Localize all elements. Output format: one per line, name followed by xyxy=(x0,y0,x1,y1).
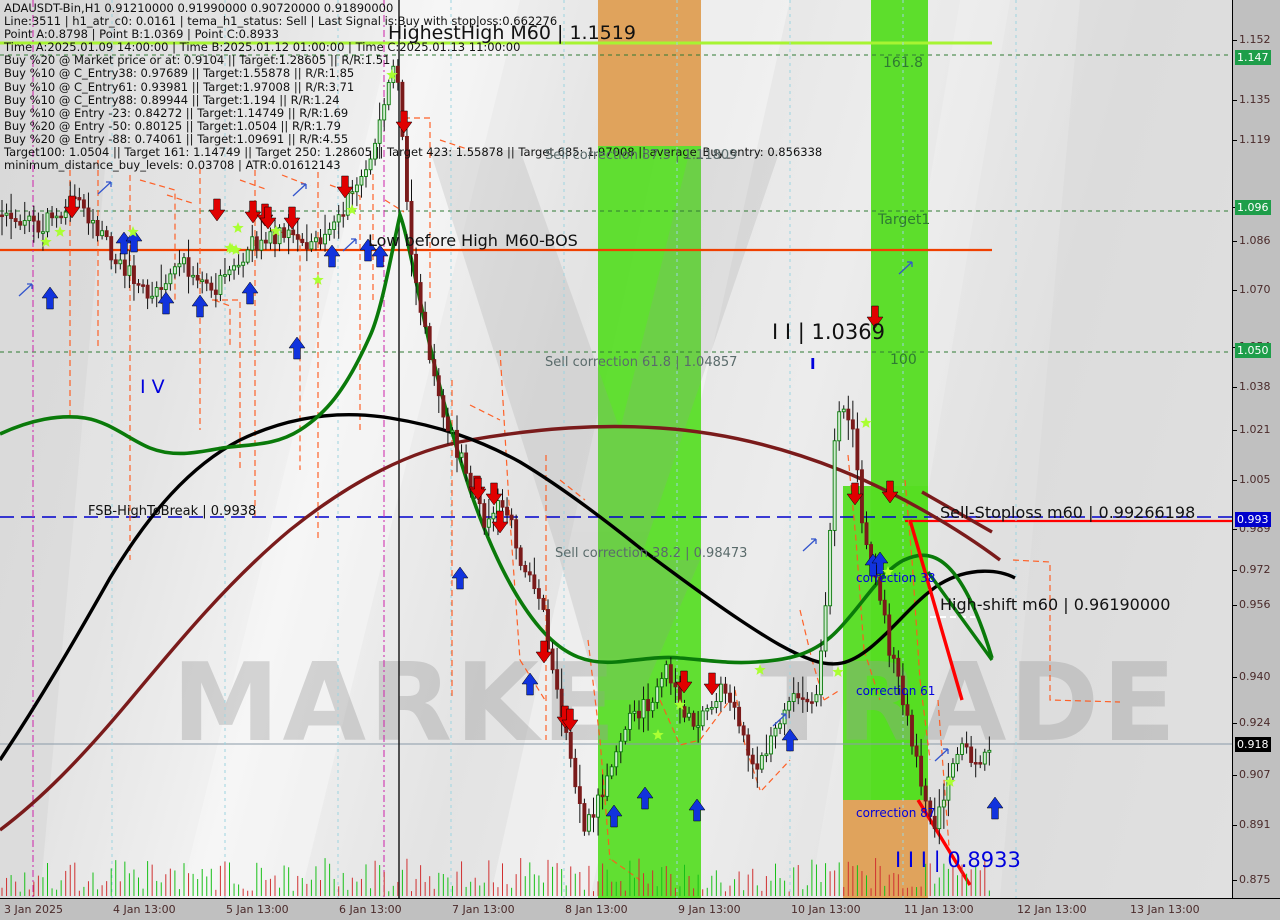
star-marker xyxy=(54,226,66,237)
buy-signal-arrow xyxy=(288,336,306,360)
annotation-sell-correction-618: Sell correction 61.8 | 1.04857 xyxy=(545,355,738,370)
annotation-target1: Target1 xyxy=(878,212,931,228)
thin-arrow-marker xyxy=(18,283,33,297)
annotation-low-before-high: Low before High xyxy=(368,231,498,250)
info-line-8: Buy %10 @ C_Entry88: 0.89944 || Target:1… xyxy=(4,92,340,107)
price-badge: 0.993 xyxy=(1235,512,1271,527)
buy-signal-arrow xyxy=(115,231,133,255)
star-marker xyxy=(652,729,664,740)
annotation-highest-high: HighestHigh M60 | 1.1519 xyxy=(388,22,636,44)
buy-signal-arrow xyxy=(636,786,654,810)
annotation-correction-61: correction 61 xyxy=(856,684,936,698)
buy-signal-arrow xyxy=(157,291,175,315)
sell-signal-arrow xyxy=(703,672,721,696)
sell-signal-arrow xyxy=(491,510,509,534)
price-badge: 1.050 xyxy=(1235,343,1271,358)
sell-signal-arrow xyxy=(63,195,81,219)
price-badge: 0.918 xyxy=(1235,737,1271,752)
thin-arrow-marker xyxy=(97,181,112,195)
annotation-sell-stoploss: Sell-Stoploss m60 | 0.99266198 xyxy=(940,503,1196,522)
trading-chart-screenshot: MARKE TRADE ADAUSDT-Bin,H1 0.91210000 0.… xyxy=(0,0,1280,920)
annotation-fib-100: 100 xyxy=(890,352,917,368)
time-tick: 10 Jan 13:00 xyxy=(791,903,861,916)
annotation-sell-correction-875: Sell correction 87.5 | 1.11809 xyxy=(545,148,738,163)
buy-signal-arrow xyxy=(451,566,469,590)
info-line-6: Buy %10 @ C_Entry38: 0.97689 || Target:1… xyxy=(4,66,355,81)
sell-signal-arrow xyxy=(535,640,553,664)
sell-signal-arrow xyxy=(469,477,487,501)
thin-arrow-marker xyxy=(802,538,817,552)
annotation-correction-87: correction 87 xyxy=(856,806,936,820)
time-tick: 11 Jan 13:00 xyxy=(904,903,974,916)
annotation-correction-38: correction 38 xyxy=(856,571,936,585)
annotation-sell-correction-382: Sell correction 38.2 | 0.98473 xyxy=(555,546,748,561)
time-tick: 13 Jan 13:00 xyxy=(1130,903,1200,916)
time-tick: 6 Jan 13:00 xyxy=(339,903,402,916)
time-tick: 8 Jan 13:00 xyxy=(565,903,628,916)
annotation-m60-bos: M60-BOS xyxy=(505,231,578,250)
star-marker xyxy=(312,274,324,285)
price-axis[interactable]: 1.1521.1351.1191.1031.0861.0701.0541.038… xyxy=(1232,0,1280,898)
info-line-9: Buy %10 @ Entry -23: 0.84272 || Target:1… xyxy=(4,105,349,120)
sell-signal-arrow xyxy=(485,482,503,506)
price-badge: 1.147 xyxy=(1235,50,1271,65)
chart-plot-area[interactable]: MARKE TRADE ADAUSDT-Bin,H1 0.91210000 0.… xyxy=(0,0,1232,898)
buy-signal-arrow xyxy=(241,281,259,305)
info-line-10: Buy %20 @ Entry -50: 0.80125 || Target:1… xyxy=(4,118,341,133)
annotation-wave-iii: I I I | 0.8933 xyxy=(895,848,1021,872)
price-badge: 1.096 xyxy=(1235,200,1271,215)
buy-signal-arrow xyxy=(986,796,1004,820)
star-marker xyxy=(832,666,844,677)
buy-signal-arrow xyxy=(605,804,623,828)
time-tick: 7 Jan 13:00 xyxy=(452,903,515,916)
star-marker xyxy=(674,699,686,710)
buy-signal-arrow xyxy=(323,244,341,268)
star-marker xyxy=(270,225,282,236)
star-marker xyxy=(346,204,358,215)
star-marker xyxy=(232,222,244,233)
thin-arrow-marker xyxy=(772,713,787,727)
time-tick: 9 Jan 13:00 xyxy=(678,903,741,916)
sell-signal-arrow xyxy=(244,200,262,224)
thin-arrow-marker xyxy=(898,261,913,275)
sell-signal-arrow xyxy=(675,670,693,694)
buy-signal-arrow xyxy=(688,798,706,822)
info-line-7: Buy %10 @ C_Entry61: 0.93981 || Target:1… xyxy=(4,79,355,94)
buy-signal-arrow xyxy=(191,294,209,318)
annotation-wave-ii: I I | 1.0369 xyxy=(772,320,885,344)
annotation-wave-iv: I V xyxy=(140,376,165,398)
sell-signal-arrow xyxy=(336,175,354,199)
sell-signal-arrow xyxy=(208,198,226,222)
time-tick: 12 Jan 13:00 xyxy=(1017,903,1087,916)
annotation-fib-1618: 161.8 xyxy=(883,55,924,71)
star-marker xyxy=(754,664,766,675)
annotation-fsb-high-to-break: FSB-HighToBreak | 0.9938 xyxy=(88,504,257,519)
buy-signal-arrow xyxy=(41,286,59,310)
star-marker xyxy=(860,417,872,428)
sell-signal-arrow xyxy=(846,482,864,506)
star-marker xyxy=(944,776,956,787)
thin-arrow-marker xyxy=(342,238,357,252)
time-tick: 3 Jan 2025 xyxy=(4,903,63,916)
sell-signal-arrow xyxy=(881,480,899,504)
time-tick: 5 Jan 13:00 xyxy=(226,903,289,916)
thin-arrow-marker xyxy=(934,748,949,762)
star-marker xyxy=(40,236,52,247)
sell-signal-arrow xyxy=(283,206,301,230)
thin-arrow-marker xyxy=(292,183,307,197)
annotation-high-shift: High-shift m60 | 0.96190000 xyxy=(940,595,1171,614)
time-axis[interactable]: 3 Jan 2025 4 Jan 13:00 5 Jan 13:00 6 Jan 13… xyxy=(0,898,1280,920)
buy-signal-arrow xyxy=(781,728,799,752)
buy-signal-arrow xyxy=(521,672,539,696)
time-tick: 4 Jan 13:00 xyxy=(113,903,176,916)
annotation-wave-i-marker: I xyxy=(810,355,816,373)
